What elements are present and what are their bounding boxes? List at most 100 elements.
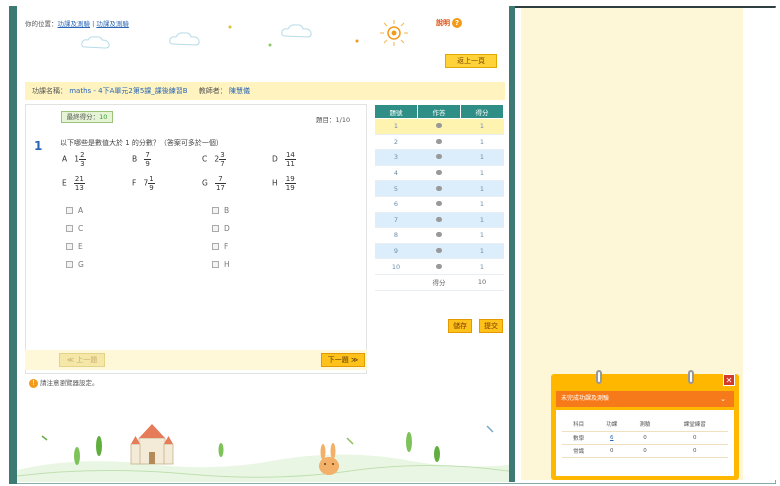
help-label: 說明 (436, 19, 450, 27)
fraction-denominator: 7 (220, 160, 225, 168)
next-question-button[interactable]: 下一題 ≫ (321, 353, 365, 367)
option-fraction: 37 (219, 151, 226, 168)
back-button[interactable]: 返上一頁 (445, 54, 497, 68)
row-answer (417, 180, 461, 197)
notice-text: 請注意瀏覽器設定。 (40, 379, 99, 387)
option-letter: E (62, 178, 67, 188)
submit-button[interactable]: 提交 (479, 319, 503, 333)
checkbox-a[interactable]: A (66, 206, 83, 215)
row-answer (417, 118, 461, 135)
row-score: 1 (460, 227, 504, 244)
row-score: 1 (460, 212, 504, 229)
row-answer (417, 212, 461, 229)
checkbox-label: C (78, 224, 84, 233)
breadcrumb-link-homework[interactable]: 功課及測驗 (58, 20, 91, 28)
pending-table-row: 常識 0 0 0 (562, 444, 728, 458)
table-row[interactable]: 91 (374, 243, 504, 260)
table-row[interactable]: 51 (374, 180, 504, 197)
checkbox-box[interactable] (212, 225, 219, 232)
question-number: 1 (34, 139, 43, 153)
save-button[interactable]: 儲存 (448, 319, 472, 333)
checkbox-box[interactable] (212, 207, 219, 214)
checkbox-e[interactable]: E (66, 242, 83, 251)
option-letter: H (272, 178, 278, 188)
table-row[interactable]: 81 (374, 227, 504, 244)
option-g: G 7 17 (202, 175, 226, 192)
pending-homework-count-link[interactable]: 6 (595, 431, 629, 445)
row-answer (417, 227, 461, 244)
table-header-number: 題號 (374, 104, 418, 119)
option-f: F 719 (132, 175, 155, 192)
total-label: 得分 (417, 274, 461, 291)
cloud-decoration (281, 24, 312, 38)
table-row[interactable]: 31 (374, 149, 504, 166)
checkbox-box[interactable] (212, 261, 219, 268)
table-total-row: 得分 10 (374, 274, 504, 291)
row-answer (417, 134, 461, 151)
pending-header-cell: 課堂練習 (661, 418, 728, 432)
fraction-denominator: 19 (285, 184, 295, 192)
row-answer (417, 196, 461, 213)
option-fraction: 23 (79, 151, 86, 168)
sparkle-decoration (228, 25, 232, 29)
fraction-numerator: 21 (73, 175, 85, 184)
checkbox-label: G (78, 260, 84, 269)
option-fraction: 19 19 (284, 175, 296, 192)
sparkle-decoration (268, 43, 272, 47)
checkbox-box[interactable] (66, 261, 73, 268)
total-value: 10 (460, 274, 504, 291)
question-icon: ? (452, 18, 462, 28)
checkbox-box[interactable] (212, 243, 219, 250)
breadcrumb: 你的位置：功課及測驗 | 功課及測驗 (25, 18, 129, 28)
widget-title-bar[interactable]: 未完成功課及測驗 ⌄ (556, 391, 734, 407)
fraction-denominator: 3 (80, 160, 85, 168)
table-header-answer: 作答 (417, 104, 461, 119)
homework-title-bar: 功課名稱： maths - 4下A單元2第5課_課後練習B 教師者： 陳慧儀 (25, 82, 505, 100)
homework-name-value: maths - 4下A單元2第5課_課後練習B (69, 87, 188, 95)
dot-icon (436, 248, 442, 254)
option-e: E 21 13 (62, 175, 85, 192)
checkbox-h[interactable]: H (212, 260, 230, 269)
fraction-numerator: 14 (284, 151, 296, 160)
table-row[interactable]: 21 (374, 134, 504, 151)
checkbox-b[interactable]: B (212, 206, 229, 215)
table-row[interactable]: 11 (374, 118, 504, 135)
checkbox-box[interactable] (66, 207, 73, 214)
option-letter: B (132, 154, 138, 164)
option-fraction: 21 13 (73, 175, 85, 192)
question-nav-bar: ≪ 上一題 下一題 ≫ (25, 350, 367, 370)
option-d: D 14 11 (272, 151, 296, 168)
table-row[interactable]: 41 (374, 165, 504, 182)
checkbox-f[interactable]: F (212, 242, 228, 251)
pending-header-cell: 科目 (562, 418, 596, 432)
widget-close-button[interactable]: ✕ (723, 374, 735, 386)
checkbox-d[interactable]: D (212, 224, 230, 233)
checkbox-c[interactable]: C (66, 224, 83, 233)
option-fraction: 19 (148, 175, 155, 192)
row-answer (417, 149, 461, 166)
checkbox-g[interactable]: G (66, 260, 84, 269)
prev-question-button[interactable]: ≪ 上一題 (59, 353, 105, 367)
breadcrumb-link-homework-2[interactable]: 功課及測驗 (96, 20, 129, 28)
option-b: B 79 (132, 151, 151, 168)
table-row[interactable]: 10 1 (374, 258, 504, 275)
table-row[interactable]: 71 (374, 212, 504, 229)
answer-summary-table: 題號 作答 得分 11 21 31 41 51 61 71 81 91 10 1 … (374, 104, 504, 291)
homework-name-label: 功課名稱： (32, 87, 67, 95)
table-row[interactable]: 61 (374, 196, 504, 213)
row-score: 1 (460, 196, 504, 213)
help-button[interactable]: 說明? (436, 18, 462, 28)
widget-body: 科目 功課 測驗 課堂練習 數學 6 0 0 常識 0 0 0 (556, 410, 734, 476)
score-value: 10 (99, 113, 108, 121)
row-number: 7 (374, 212, 418, 229)
row-score: 1 (460, 243, 504, 260)
checkbox-label: A (78, 206, 84, 215)
chevron-down-icon[interactable]: ⌄ (720, 391, 726, 407)
fraction-denominator: 13 (74, 184, 84, 192)
sparkle-decoration (355, 39, 359, 43)
checkbox-box[interactable] (66, 225, 73, 232)
fraction-denominator: 9 (149, 184, 154, 192)
pending-header-cell: 功課 (595, 418, 629, 432)
checkbox-box[interactable] (66, 243, 73, 250)
browser-notice[interactable]: ! 請注意瀏覽器設定。 (29, 377, 99, 388)
